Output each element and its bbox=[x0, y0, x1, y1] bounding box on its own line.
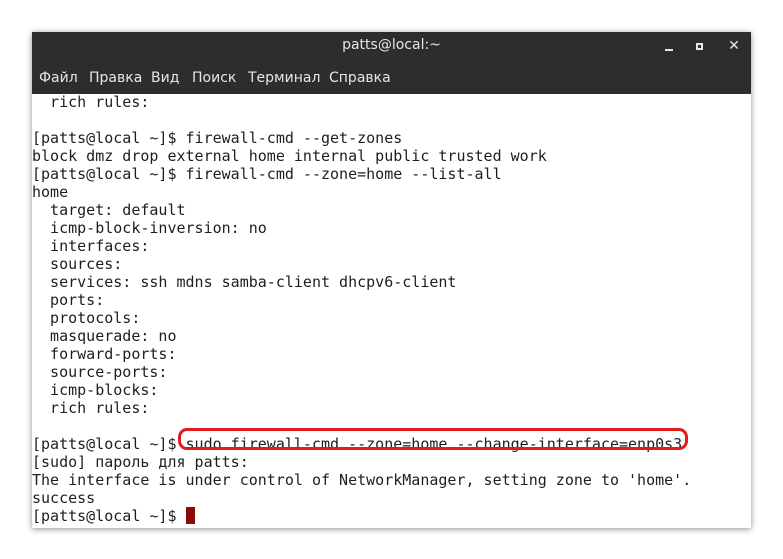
terminal-line: target: default bbox=[32, 201, 186, 219]
menu-search[interactable]: Поиск bbox=[192, 70, 236, 86]
close-button[interactable]: ✕ bbox=[719, 32, 749, 60]
maximize-button[interactable] bbox=[684, 32, 714, 60]
terminal-line: rich rules: bbox=[32, 399, 159, 417]
menu-bar: Файл Правка Вид Поиск Терминал Справка bbox=[32, 60, 751, 94]
terminal-line: interfaces: bbox=[32, 237, 159, 255]
terminal-line: rich rules: bbox=[32, 94, 150, 111]
terminal-line: forward-ports: bbox=[32, 345, 186, 363]
window-title: patts@local:~ bbox=[342, 37, 441, 53]
terminal-line: success bbox=[32, 489, 96, 507]
terminal-line: [patts@local ~]$ firewall-cmd --get-zone… bbox=[32, 129, 403, 147]
terminal-prompt-line: [patts@local ~]$ bbox=[32, 507, 195, 525]
terminal-line: protocols: bbox=[32, 309, 150, 327]
menu-help[interactable]: Справка bbox=[329, 70, 391, 86]
terminal-line: sources: bbox=[32, 255, 132, 273]
terminal-line: icmp-block-inversion: no bbox=[32, 219, 267, 237]
terminal-output[interactable]: rich rules: [patts@local ~]$ firewall-cm… bbox=[32, 94, 751, 528]
menu-file[interactable]: Файл bbox=[39, 70, 78, 86]
menu-view[interactable]: Вид bbox=[151, 70, 179, 86]
terminal-line: source-ports: bbox=[32, 363, 177, 381]
title-bar[interactable]: patts@local:~ ✕ bbox=[32, 32, 751, 60]
terminal-line: The interface is under control of Networ… bbox=[32, 471, 692, 489]
terminal-scrollbar[interactable] bbox=[745, 94, 751, 528]
maximize-icon bbox=[695, 42, 703, 50]
terminal-line: icmp-blocks: bbox=[32, 381, 168, 399]
prompt-text: [patts@local ~]$ bbox=[32, 507, 186, 525]
menu-terminal[interactable]: Терминал bbox=[248, 70, 320, 86]
terminal-line: [patts@local ~]$ firewall-cmd --zone=hom… bbox=[32, 165, 502, 183]
terminal-line: [patts@local ~]$ sudo firewall-cmd --zon… bbox=[32, 435, 683, 453]
text-cursor bbox=[185, 507, 195, 524]
terminal-line: ports: bbox=[32, 291, 114, 309]
close-icon: ✕ bbox=[728, 38, 740, 54]
minimize-icon bbox=[665, 49, 673, 51]
terminal-line: home bbox=[32, 183, 69, 201]
terminal-line: block dmz drop external home internal pu… bbox=[32, 147, 547, 165]
menu-edit[interactable]: Правка bbox=[89, 70, 142, 86]
terminal-line: [sudo] пароль для patts: bbox=[32, 453, 258, 471]
terminal-line: services: ssh mdns samba-client dhcpv6-c… bbox=[32, 273, 457, 291]
terminal-line: masquerade: no bbox=[32, 327, 177, 345]
terminal-window: patts@local:~ ✕ Файл Правка Вид Поиск Те… bbox=[32, 32, 751, 528]
minimize-button[interactable] bbox=[654, 32, 684, 60]
